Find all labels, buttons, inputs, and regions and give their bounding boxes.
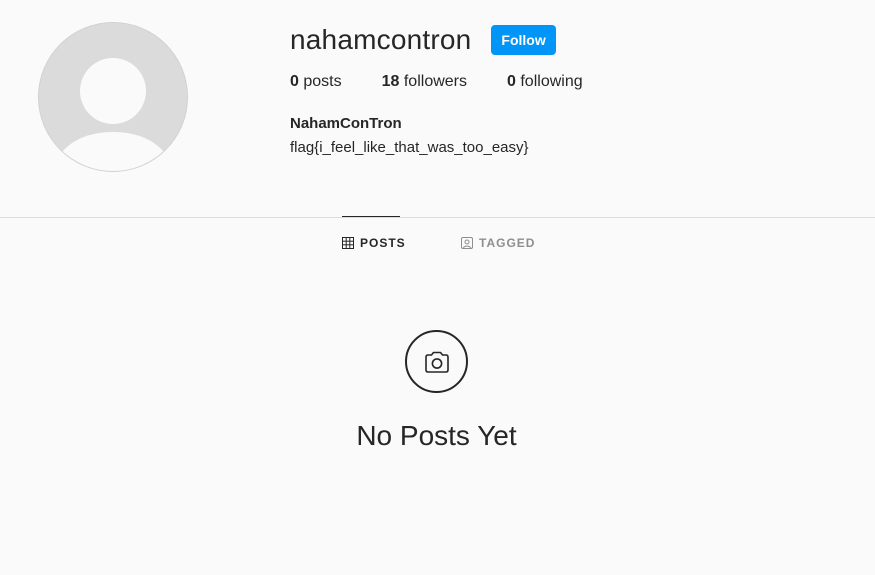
full-name: NahamConTron bbox=[290, 115, 402, 132]
tab-posts-label: POSTS bbox=[360, 236, 406, 250]
default-avatar-icon bbox=[39, 23, 187, 171]
posts-count: 0 bbox=[290, 73, 299, 90]
following-count: 0 bbox=[507, 73, 516, 90]
posts-label: posts bbox=[303, 73, 342, 90]
followers-stat[interactable]: 18 followers bbox=[382, 73, 467, 91]
grid-icon bbox=[342, 237, 354, 249]
following-label: following bbox=[520, 73, 583, 90]
profile-tabs: POSTS TAGGED bbox=[0, 216, 875, 269]
followers-count: 18 bbox=[381, 73, 400, 90]
tagged-icon bbox=[461, 237, 473, 249]
empty-state-icon-circle bbox=[405, 330, 468, 393]
bio: flag{i_feel_like_that_was_too_easy} bbox=[290, 139, 529, 156]
tab-posts[interactable]: POSTS bbox=[342, 216, 405, 269]
following-stat[interactable]: 0 following bbox=[507, 73, 583, 91]
followers-label: followers bbox=[403, 73, 467, 90]
posts-stat: 0 posts bbox=[290, 73, 342, 91]
follow-button[interactable]: Follow bbox=[491, 25, 556, 55]
camera-icon bbox=[424, 351, 449, 373]
username: nahamcontron bbox=[290, 24, 472, 55]
profile-header: nahamcontron Follow bbox=[290, 20, 556, 60]
avatar[interactable] bbox=[39, 23, 187, 171]
empty-state-title: No Posts Yet bbox=[356, 420, 517, 451]
tab-tagged-label: TAGGED bbox=[479, 236, 536, 250]
profile-stats: 0 posts 18 followers 0 following bbox=[290, 73, 623, 91]
tab-tagged[interactable]: TAGGED bbox=[461, 217, 535, 269]
